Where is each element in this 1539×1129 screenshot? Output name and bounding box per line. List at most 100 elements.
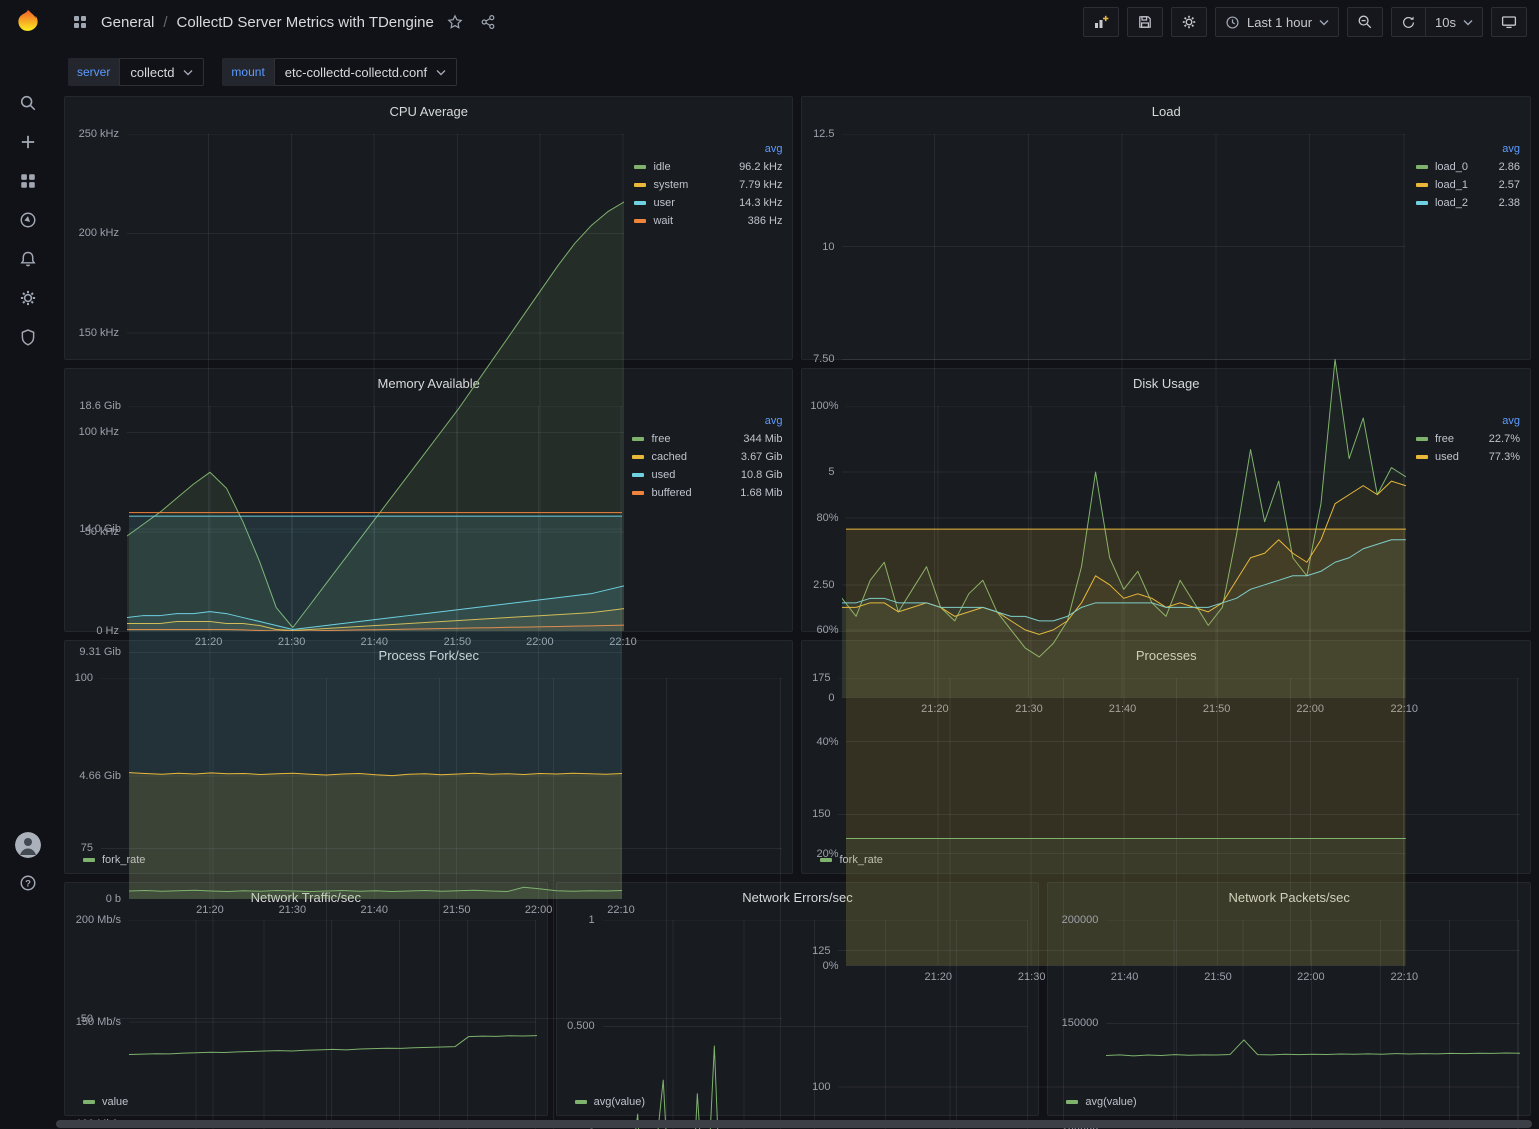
legend-swatch xyxy=(1416,455,1428,459)
legend-swatch xyxy=(1416,183,1428,187)
star-dashboard-button[interactable] xyxy=(443,10,467,34)
y-axis-label: 9.31 Gib xyxy=(79,646,121,658)
panel-add-icon xyxy=(1093,14,1109,30)
legend-item[interactable]: buffered 1.68 Mib xyxy=(632,484,782,502)
user-avatar[interactable] xyxy=(15,832,41,858)
horizontal-scrollbar[interactable] xyxy=(56,1120,1539,1129)
legend-item[interactable]: load_12.57 xyxy=(1416,176,1520,194)
sidebar-item-alerting[interactable] xyxy=(8,246,48,272)
legend-item[interactable]: idle96.2 kHz xyxy=(634,158,782,176)
dashboard-settings-button[interactable] xyxy=(1171,7,1207,37)
legend-item[interactable]: used10.8 Gib xyxy=(632,466,782,484)
panel-body: 0%20%40%60%80%100%21:2021:3021:4021:5022… xyxy=(802,397,1530,631)
plot-area[interactable] xyxy=(129,920,537,1129)
legend-series-name: free xyxy=(1435,433,1454,445)
gear-icon xyxy=(19,289,37,307)
panel-body: 0 b/s50 Mb/s100 Mb/s150 Mb/s200 Mb/s21:2… xyxy=(65,911,547,1115)
panel-body: 0 b4.66 Gib9.31 Gib14.0 Gib18.6 Gib21:20… xyxy=(65,397,792,631)
variable-server: server collectd xyxy=(68,58,204,86)
y-axis: 0 b/s50 Mb/s100 Mb/s150 Mb/s200 Mb/s xyxy=(71,920,129,1129)
chevron-down-icon xyxy=(1463,19,1473,26)
panel-body: 507510012515017521:2021:3021:4021:5022:0… xyxy=(802,669,1530,873)
y-axis-label: 80% xyxy=(816,512,838,524)
y-axis-label: 200 kHz xyxy=(79,227,119,239)
apps-icon xyxy=(68,10,92,34)
variable-mount-dropdown[interactable]: etc-collectd-collectd.conf xyxy=(274,58,457,86)
legend-swatch xyxy=(634,183,646,187)
legend-series-value: 3.67 Gib xyxy=(741,451,783,463)
legend-header: avg xyxy=(632,415,782,430)
breadcrumb-folder[interactable]: General xyxy=(101,14,154,31)
legend-item[interactable]: used77.3% xyxy=(1416,448,1520,466)
variable-mount-value: etc-collectd-collectd.conf xyxy=(285,65,427,80)
sidebar-item-explore[interactable] xyxy=(8,207,48,233)
panel-body: 025507510021:2021:3021:4021:5022:0022:10… xyxy=(65,669,792,873)
legend-series-value: 1.68 Mib xyxy=(740,487,782,499)
y-axis-label: 60% xyxy=(816,624,838,636)
legend-item[interactable]: cached3.67 Gib xyxy=(632,448,782,466)
panel-title[interactable]: CPU Average xyxy=(65,97,792,125)
plot-area[interactable] xyxy=(603,920,1029,1129)
shield-icon xyxy=(19,328,37,346)
legend-item[interactable]: load_02.86 xyxy=(1416,158,1520,176)
top-navbar: General / CollectD Server Metrics with T… xyxy=(56,0,1539,44)
sidebar-item-configuration[interactable] xyxy=(8,285,48,311)
clock-icon xyxy=(1225,15,1240,30)
y-axis-label: 150 xyxy=(812,808,830,820)
panel-body: 05000010000015000020000021:2021:3021:402… xyxy=(1048,911,1530,1115)
legend-item[interactable]: free 22.7% xyxy=(1416,430,1520,448)
panel-body: 0 Hz50 kHz100 kHz150 kHz200 kHz250 kHz21… xyxy=(65,125,792,359)
breadcrumb: General / CollectD Server Metrics with T… xyxy=(68,10,500,34)
legend-header: avg xyxy=(634,143,782,158)
legend: avgfree344 Mibcached3.67 Gibused10.8 Gib… xyxy=(632,415,782,629)
legend-series-name: buffered xyxy=(651,487,691,499)
sidebar-item-help[interactable]: ? xyxy=(8,870,48,896)
help-icon: ? xyxy=(19,874,37,892)
y-axis-label: 7.50 xyxy=(813,353,834,365)
scrollbar-thumb[interactable] xyxy=(56,1120,1532,1128)
time-range-label: Last 1 hour xyxy=(1247,15,1312,30)
y-axis: 050000100000150000200000 xyxy=(1054,920,1106,1129)
plot-area[interactable] xyxy=(1106,920,1520,1129)
legend-item[interactable]: load_22.38 xyxy=(1416,194,1520,212)
dashboard-title: CollectD Server Metrics with TDengine xyxy=(177,14,434,31)
add-panel-button[interactable] xyxy=(1083,7,1119,37)
refresh-button[interactable] xyxy=(1391,7,1426,37)
chevron-down-icon xyxy=(183,69,193,76)
sidebar-item-create[interactable] xyxy=(8,129,48,155)
avatar-icon xyxy=(15,832,41,858)
tv-mode-button[interactable] xyxy=(1491,7,1527,37)
panel-body: -1-0.5000.500121:2021:3021:4021:5022:002… xyxy=(557,911,1039,1115)
y-axis-label: 75 xyxy=(81,842,93,854)
chevron-down-icon xyxy=(436,69,446,76)
save-dashboard-button[interactable] xyxy=(1127,7,1163,37)
sidebar-item-search[interactable] xyxy=(8,90,48,116)
legend-series-value: 77.3% xyxy=(1489,451,1520,463)
legend-series-value: 7.79 kHz xyxy=(739,179,782,191)
share-icon xyxy=(480,14,496,30)
legend-item[interactable]: free344 Mib xyxy=(632,430,782,448)
sidebar: ? xyxy=(0,0,56,1129)
legend-series-value: 22.7% xyxy=(1489,433,1520,445)
refresh-icon xyxy=(1401,15,1416,30)
panel-title[interactable]: Load xyxy=(802,97,1530,125)
variable-mount: mount etc-collectd-collectd.conf xyxy=(222,58,457,86)
panel-cpu-average: CPU Average 0 Hz50 kHz100 kHz150 kHz200 … xyxy=(64,96,793,360)
legend-item[interactable]: wait386 Hz xyxy=(634,212,782,230)
y-axis-label: 175 xyxy=(812,672,830,684)
legend-swatch xyxy=(632,437,644,441)
legend-item[interactable]: system7.79 kHz xyxy=(634,176,782,194)
refresh-interval-picker[interactable]: 10s xyxy=(1426,7,1483,37)
sidebar-item-server-admin[interactable] xyxy=(8,324,48,350)
time-range-picker[interactable]: Last 1 hour xyxy=(1215,7,1339,37)
y-axis-label: 12.5 xyxy=(813,128,834,140)
sidebar-item-dashboards[interactable] xyxy=(8,168,48,194)
y-axis-label: 150000 xyxy=(1062,1017,1099,1029)
share-dashboard-button[interactable] xyxy=(476,10,500,34)
legend-series-name: wait xyxy=(653,215,673,227)
grafana-logo[interactable] xyxy=(0,0,56,44)
zoom-out-button[interactable] xyxy=(1347,7,1383,37)
variable-server-dropdown[interactable]: collectd xyxy=(119,58,204,86)
legend-item[interactable]: user14.3 kHz xyxy=(634,194,782,212)
legend-series-name: used xyxy=(651,469,675,481)
